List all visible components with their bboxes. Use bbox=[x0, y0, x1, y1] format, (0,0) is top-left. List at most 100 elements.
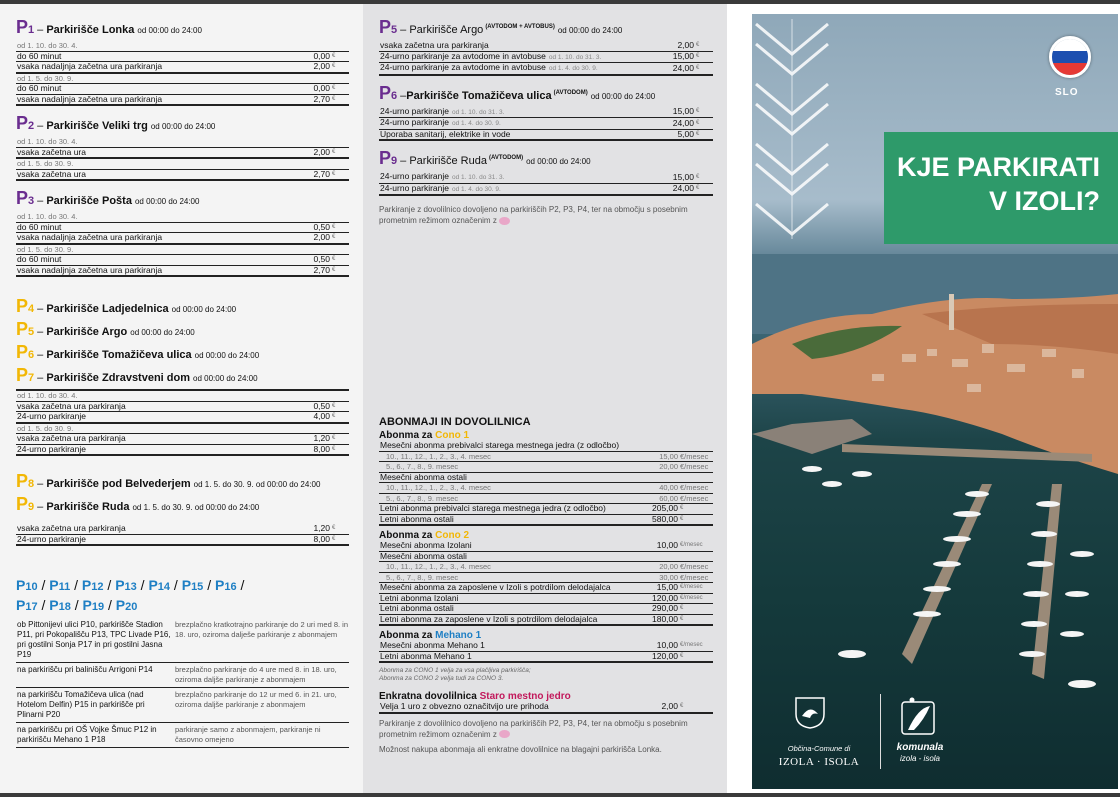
table-row: 24-urno parkiranje 8,00 € bbox=[16, 534, 349, 546]
table-row: od 1. 10. do 30. 4. bbox=[16, 391, 349, 402]
row-value: 0,50 bbox=[291, 222, 331, 233]
cover-title-line2: V IZOLI? bbox=[989, 186, 1100, 216]
row-unit: € bbox=[331, 222, 349, 233]
row-unit: €/mesec bbox=[679, 461, 713, 473]
row-unit bbox=[331, 41, 349, 52]
row-value: 1,20 bbox=[291, 433, 331, 445]
table-row: Uporaba sanitarij, elektrike in vode 5,00… bbox=[379, 129, 713, 141]
p8to9-table: vsaka začetna ura parkiranja 1,20 €24-urno… bbox=[16, 523, 349, 546]
row-label: 5., 6., 7., 8., 9. mesec bbox=[379, 572, 639, 583]
table-row: vsaka začetna ura parkiranja 0,50 € bbox=[16, 401, 349, 412]
row-value: 15,00 bbox=[639, 451, 679, 462]
row-label: vsaka nadaljnja začetna ura parkiranja bbox=[16, 94, 291, 106]
row-unit: €/mesec bbox=[679, 482, 713, 494]
subscriptions-title: ABONMAJI IN DOVOLILNICA bbox=[379, 416, 531, 428]
row-unit: € bbox=[331, 254, 349, 266]
row-unit bbox=[679, 472, 713, 483]
row-value: 5,00 bbox=[655, 129, 695, 141]
free-parking-heading-1: P10 / P11 / P12 / P13 / P14 / P15 / P16 … bbox=[16, 577, 245, 593]
table-row: Mesečni abonma Mehano 1 10,00 €/mesec bbox=[379, 640, 713, 652]
table-row: 24-urno parkiranje za avtodome in avtobu… bbox=[379, 62, 713, 76]
row-value: 2,00 bbox=[655, 40, 695, 52]
p3-name: Parkirišče Pošta bbox=[46, 195, 132, 207]
table-row: od 1. 5. do 30. 9. bbox=[16, 422, 349, 434]
permit-note: Parkiranje z dovolilnico dovoljeno na pa… bbox=[379, 204, 713, 226]
table-row: Letni abonma za zaposlene v Izoli s potr… bbox=[379, 614, 713, 626]
row-label: od 1. 10. do 30. 4. bbox=[16, 212, 291, 223]
row-value bbox=[291, 137, 331, 148]
table-row: od 1. 5. do 30. 9. bbox=[16, 158, 349, 170]
row-unit bbox=[331, 158, 349, 170]
row-unit: €/mesec bbox=[679, 572, 713, 583]
p2-heading: P2– Parkirišče Veliki trg od 00:00 do 24:… bbox=[16, 113, 216, 133]
row-label: od 1. 5. do 30. 9. bbox=[16, 72, 291, 84]
p4-heading: P4– Parkirišče Ladjedelnica od 00:00 do 2… bbox=[16, 296, 237, 316]
decorative-pattern bbox=[755, 19, 829, 239]
parking-number: P14 bbox=[148, 577, 171, 593]
p-letter: P4 bbox=[16, 296, 35, 316]
table-row: Mesečni abonma ostali bbox=[379, 472, 713, 483]
permit-note-2-text: Parkiranje z dovolilnico dovoljeno na pa… bbox=[379, 718, 688, 739]
row-unit: € bbox=[695, 183, 713, 196]
row-value: 0,50 bbox=[291, 254, 331, 266]
table-row: 24-urno parkiranje od 1. 4. do 30. 9. 24,0… bbox=[379, 183, 713, 196]
row-value: 2,70 bbox=[291, 265, 331, 277]
p-letter: P6 bbox=[379, 82, 398, 103]
row-label: 10., 11., 12., 1., 2., 3., 4. mesec bbox=[379, 451, 639, 462]
table-row: 24-urno parkiranje od 1. 4. do 30. 9. 24,0… bbox=[379, 117, 713, 130]
komunala-sub: izola - isola bbox=[899, 754, 940, 763]
row-value: 2,00 bbox=[291, 232, 331, 245]
parking-number: P18 bbox=[49, 597, 71, 613]
row-label: 10., 11., 12., 1., 2., 3., 4. mesec bbox=[379, 482, 639, 494]
single-permit-table: Velja 1 uro z obvezno označitvijo ure pr… bbox=[379, 701, 713, 714]
row-label: vsaka nadaljnja začetna ura parkiranja bbox=[16, 61, 291, 74]
row-unit: €/mesec bbox=[679, 641, 713, 652]
row-value: 24,00 bbox=[655, 117, 695, 130]
p2-name: Parkirišče Veliki trg bbox=[46, 120, 148, 132]
row-unit: €/mesec bbox=[679, 541, 713, 552]
free-parking-location: na parkirišču pri balinišču Arrigoni P14 bbox=[16, 662, 174, 688]
parking-number: P15 bbox=[181, 577, 204, 593]
table-row: vsaka nadaljnja začetna ura parkiranja 2,… bbox=[16, 94, 349, 106]
table-row: Letni abonma ostali 580,00 € bbox=[379, 514, 713, 526]
row-label: Letni abonma ostali bbox=[379, 603, 639, 615]
table-row: Mesečni abonma za zaposlene v Izoli s po… bbox=[379, 582, 713, 594]
parking-number: P16 bbox=[214, 577, 237, 593]
table-row: od 1. 5. do 30. 9. bbox=[16, 243, 349, 255]
row-label: Mesečni abonma prebivalci starega mestne… bbox=[379, 440, 639, 452]
free-parking-rule: brezplačno parkiranje do 12 ur med 6. in… bbox=[174, 687, 349, 723]
row-label: do 60 minut bbox=[16, 83, 291, 95]
row-unit: € bbox=[331, 411, 349, 424]
parking-number: P17 bbox=[16, 597, 38, 613]
free-parking-rule: brezplačno kratkotrajno parkiranje do 2 … bbox=[174, 618, 349, 663]
row-label: Mesečni abonma za zaposlene v Izoli s po… bbox=[379, 582, 639, 594]
free-parking-table: ob Pittonijevi ulici P10, parkirišče Sta… bbox=[16, 618, 349, 748]
table-row: do 60 minut 0,50 € bbox=[16, 222, 349, 233]
row-unit: € bbox=[331, 61, 349, 74]
table-row: 5., 6., 7., 8., 9. mesec 20,00 €/mesec bbox=[379, 461, 713, 473]
table-row: Letni abonma prebivalci starega mestnega… bbox=[379, 503, 713, 515]
permit-note-text: Parkiranje z dovolilnico dovoljeno na pa… bbox=[379, 205, 688, 225]
row-value: 2,70 bbox=[291, 94, 331, 106]
row-value: 24,00 bbox=[655, 62, 695, 76]
p-letter: P2 bbox=[16, 113, 35, 133]
parking-number: P19 bbox=[82, 597, 105, 613]
left-panel: P1– Parkirišče Lonka od 00:00 do 24:00 od… bbox=[0, 4, 363, 793]
cover-title-line1: KJE PARKIRATI bbox=[896, 152, 1100, 182]
p1-name: Parkirišče Lonka bbox=[46, 24, 135, 36]
row-value: 10,00 bbox=[639, 640, 679, 652]
free-parking-row: na parkirišču pri OŠ Vojke Šmuc P12 in p… bbox=[16, 722, 349, 748]
row-unit: € bbox=[331, 94, 349, 106]
row-value bbox=[291, 158, 331, 170]
table-row: Mesečni abonma prebivalci starega mestne… bbox=[379, 440, 713, 452]
parking-number: P13 bbox=[115, 577, 137, 593]
row-unit: € bbox=[331, 433, 349, 445]
row-unit: € bbox=[695, 106, 713, 118]
slovenia-flag-icon[interactable] bbox=[1049, 36, 1091, 78]
row-value: 20,00 bbox=[639, 561, 679, 573]
p7-heading: P7– Parkirišče Zdravstveni dom od 00:00 d… bbox=[16, 365, 258, 385]
free-parking-rule: brezplačno parkiranje do 4 ure med 8. in… bbox=[174, 662, 349, 688]
row-value: 8,00 bbox=[291, 444, 331, 456]
table-row: do 60 minut 0,00 € bbox=[16, 83, 349, 95]
row-unit bbox=[331, 72, 349, 84]
